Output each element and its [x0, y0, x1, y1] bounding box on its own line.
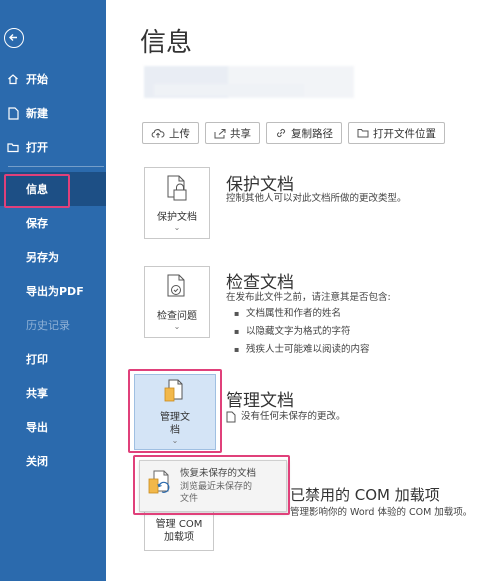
sidebar-item-info[interactable]: 信息 [0, 172, 106, 208]
sidebar-item-export[interactable]: 导出 [0, 410, 106, 444]
recover-menu-desc-line1: 浏览最近未保存的 [180, 482, 253, 492]
sidebar-item-print[interactable]: 打印 [0, 342, 106, 376]
inspect-document-icon [164, 274, 190, 306]
chevron-down-icon: ⌄ [173, 222, 181, 232]
chevron-down-icon: ⌄ [171, 436, 179, 445]
sidebar-item-label: 新建 [26, 107, 48, 120]
inspect-section-desc: 在发布此文件之前，请注意其是否包含: [226, 292, 391, 303]
manage-document-label-line1: 管理文 [160, 412, 190, 423]
list-item: 文档属性和作者的姓名 [234, 305, 370, 323]
list-item: 残疾人士可能难以阅读的内容 [234, 341, 370, 359]
sidebar-item-save[interactable]: 保存 [0, 206, 106, 240]
sidebar-item-label: 打开 [26, 141, 48, 154]
com-addins-label-line2: 加载项 [163, 532, 194, 543]
manage-document-label-line2: 档 [170, 425, 180, 436]
recover-menu-desc-line2: 文件 [180, 494, 199, 504]
sidebar-item-share[interactable]: 共享 [0, 376, 106, 410]
folder-icon [357, 128, 369, 138]
sidebar-item-new[interactable]: 新建 [0, 96, 106, 130]
com-addins-section-title: 已禁用的 COM 加载项 [290, 486, 440, 504]
lock-document-icon [164, 175, 190, 207]
sidebar-item-save-as[interactable]: 另存为 [0, 240, 106, 274]
sidebar-item-label: 保存 [26, 217, 48, 230]
back-arrow-icon[interactable] [4, 28, 24, 48]
backstage-sidebar: 开始 新建 打开 信息 保存 另存为 导出为PDF 历史记录 打印 共享 导出 … [0, 0, 106, 581]
recover-unsaved-documents-menu-item[interactable]: 恢复未保存的文档 浏览最近未保存的 文件 [139, 460, 287, 512]
sidebar-item-label: 开始 [26, 73, 48, 86]
sidebar-item-history: 历史记录 [0, 308, 106, 342]
document-path-blurred [144, 66, 354, 98]
list-item: 以隐藏文字为格式的字符 [234, 323, 370, 341]
open-file-location-button[interactable]: 打开文件位置 [348, 122, 445, 144]
sidebar-item-label: 导出 [26, 421, 48, 434]
upload-button[interactable]: 上传 [142, 122, 199, 144]
sidebar-item-label: 打印 [26, 353, 48, 366]
recover-document-icon [146, 469, 174, 501]
cloud-upload-icon [151, 128, 165, 139]
sidebar-item-close[interactable]: 关闭 [0, 444, 106, 478]
manage-section-desc: 没有任何未保存的更改。 [226, 410, 346, 424]
recover-menu-text: 恢复未保存的文档 浏览最近未保存的 文件 [180, 467, 256, 505]
com-addins-label-line1: 管理 COM [155, 519, 203, 530]
inspect-document-button[interactable]: 检查问题 ⌄ [144, 266, 210, 338]
sidebar-item-open[interactable]: 打开 [0, 130, 106, 164]
open-location-label: 打开文件位置 [373, 127, 436, 140]
protect-section-desc: 控制其他人可以对此文档所做的更改类型。 [226, 193, 407, 204]
copy-path-label: 复制路径 [291, 127, 333, 140]
info-panel: 信息 上传 共享 复制路径 打开文件位置 保护文档 ⌄ 保护文档 控制其他人可以… [106, 0, 480, 581]
share-button[interactable]: 共享 [205, 122, 260, 144]
com-addins-card-label: 管理 COM 加载项 [156, 518, 203, 544]
com-addins-section-desc: 管理影响你的 Word 体验的 COM 加载项。 [290, 507, 473, 518]
inspect-section-title: 检查文档 [226, 273, 294, 293]
upload-label: 上传 [169, 127, 190, 140]
document-files-icon [163, 379, 187, 409]
sidebar-item-label: 导出为PDF [26, 285, 84, 298]
protect-document-card-label: 保护文档 [157, 211, 197, 223]
inspect-document-card-label: 检查问题 [157, 310, 197, 322]
sidebar-item-label: 另存为 [26, 251, 59, 264]
share-icon [214, 128, 226, 139]
link-icon [275, 127, 287, 139]
manage-document-card-label: 管理文 档 [160, 411, 190, 437]
file-actions-toolbar: 上传 共享 复制路径 打开文件位置 [142, 122, 445, 144]
copy-path-button[interactable]: 复制路径 [266, 122, 342, 144]
sidebar-item-export-pdf[interactable]: 导出为PDF [0, 274, 106, 308]
sidebar-item-home[interactable]: 开始 [0, 62, 106, 96]
manage-desc-text: 没有任何未保存的更改。 [241, 411, 346, 422]
sidebar-item-label: 关闭 [26, 455, 48, 468]
home-icon [6, 72, 20, 86]
sidebar-item-label: 共享 [26, 387, 48, 400]
document-icon [226, 411, 236, 423]
protect-document-button[interactable]: 保护文档 ⌄ [144, 167, 210, 239]
inspect-bullet-list: 文档属性和作者的姓名 以隐藏文字为格式的字符 残疾人士可能难以阅读的内容 [234, 305, 370, 359]
sidebar-divider [8, 166, 104, 167]
page-title: 信息 [140, 28, 193, 58]
sidebar-item-label: 信息 [26, 183, 48, 196]
folder-open-icon [6, 140, 20, 154]
manage-section-title: 管理文档 [226, 391, 294, 411]
new-document-icon [6, 106, 20, 120]
recover-menu-title: 恢复未保存的文档 [180, 468, 257, 479]
share-label: 共享 [230, 127, 251, 140]
manage-document-button[interactable]: 管理文 档 ⌄ [134, 374, 216, 450]
chevron-down-icon: ⌄ [173, 321, 181, 331]
sidebar-item-label: 历史记录 [26, 319, 70, 332]
